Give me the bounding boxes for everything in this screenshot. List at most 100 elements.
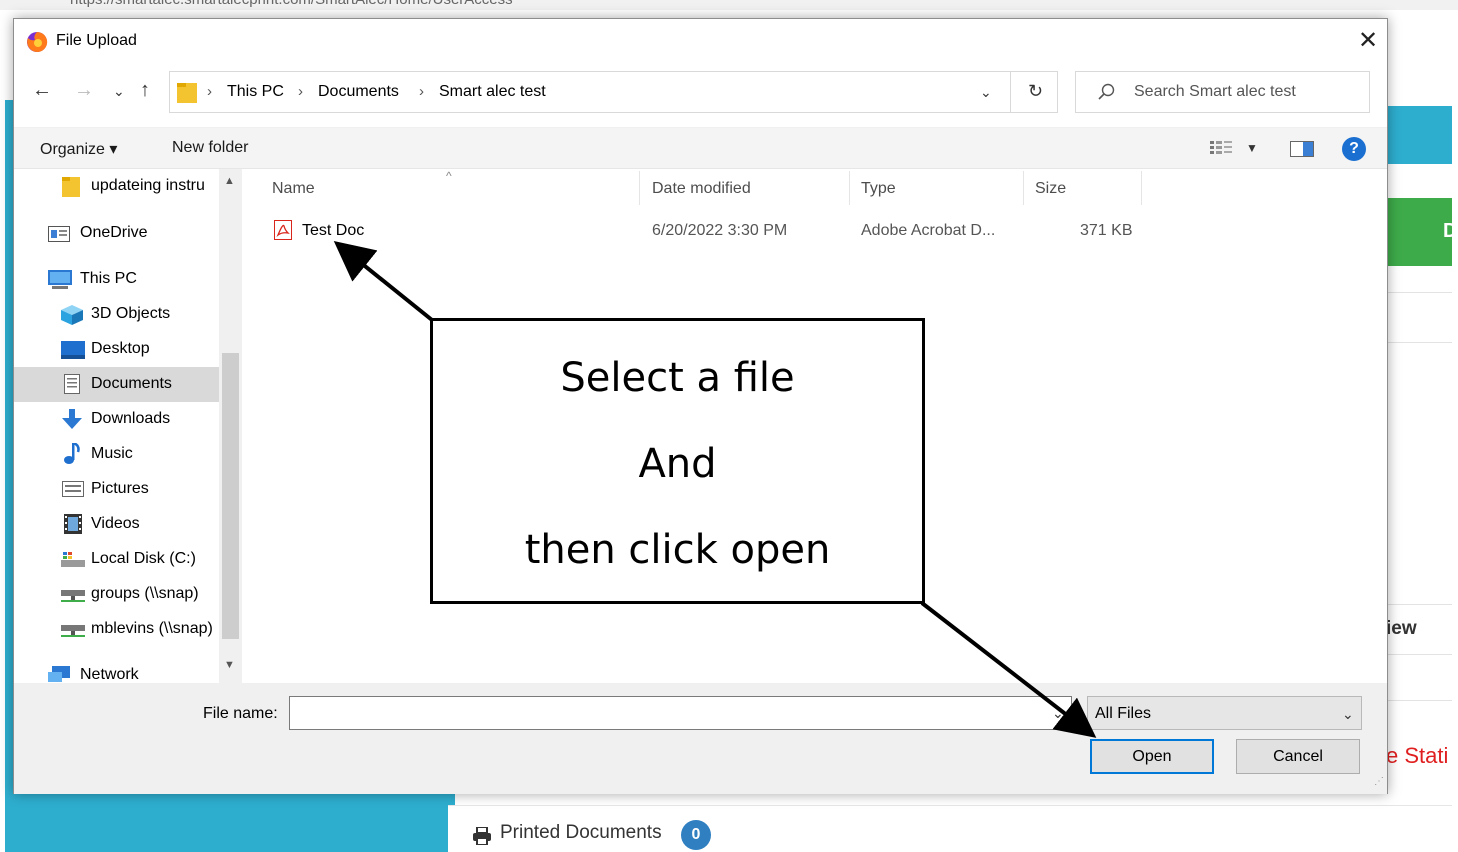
file-date-cell: 6/20/2022 3:30 PM: [652, 222, 788, 239]
navigation-row: ← → ⌄ ↑ › This PC › Documents › Smart al…: [14, 69, 1387, 115]
nav-item-label: Network: [80, 666, 139, 683]
forward-arrow-icon[interactable]: →: [74, 79, 94, 102]
nav-item-this-pc[interactable]: This PC: [14, 262, 219, 297]
nav-item-label: Music: [91, 445, 133, 462]
nav-item-label: Videos: [91, 515, 140, 532]
new-folder-button[interactable]: New folder: [172, 139, 248, 157]
dialog-title: File Upload: [56, 32, 137, 49]
divider: [1386, 342, 1452, 343]
printed-documents-tab[interactable]: Printed Documents 0: [448, 805, 1452, 852]
computer-icon: [48, 270, 72, 289]
open-button[interactable]: Open: [1090, 739, 1214, 774]
divider: [1386, 700, 1452, 701]
file-name-field[interactable]: [289, 696, 1072, 730]
printed-documents-label: Printed Documents: [500, 822, 662, 843]
nav-item-label: Documents: [91, 375, 172, 392]
nav-item-label: Desktop: [91, 340, 150, 357]
nav-item-updateing-instru[interactable]: updateing instru: [14, 169, 219, 204]
nav-item-local-disk[interactable]: Local Disk (C:): [14, 542, 219, 577]
recent-locations-chevron-icon[interactable]: ⌄: [113, 83, 125, 100]
dialog-titlebar[interactable]: File Upload ✕: [14, 19, 1387, 63]
cancel-button[interactable]: Cancel: [1236, 739, 1360, 774]
desktop-icon: [61, 341, 85, 359]
nav-item-downloads[interactable]: Downloads: [14, 402, 219, 437]
back-arrow-icon[interactable]: ←: [32, 79, 52, 102]
column-divider[interactable]: [639, 171, 640, 205]
printed-documents-count-badge: 0: [681, 820, 711, 850]
preview-link-text[interactable]: iew: [1386, 618, 1417, 640]
resize-grip-icon[interactable]: ⋰: [1374, 776, 1384, 787]
file-name-cell[interactable]: Test Doc: [302, 222, 364, 240]
music-icon: [64, 443, 80, 464]
change-view-icon[interactable]: [1210, 140, 1234, 156]
download-icon: [62, 409, 82, 429]
up-arrow-icon[interactable]: ↑: [140, 79, 150, 102]
nav-item-label: This PC: [80, 270, 137, 287]
folder-icon: [177, 83, 197, 103]
nav-item-label: OneDrive: [80, 224, 148, 241]
nav-item-desktop[interactable]: Desktop: [14, 332, 219, 367]
disk-icon: [61, 552, 85, 567]
address-bar[interactable]: › This PC › Documents › Smart alec test …: [169, 71, 1058, 113]
command-toolbar: Organize ▾ New folder ▼ ?: [14, 127, 1387, 169]
column-divider[interactable]: [849, 171, 850, 205]
nav-item-pictures[interactable]: Pictures: [14, 472, 219, 507]
network-drive-icon: [61, 625, 85, 637]
network-icon: [48, 666, 70, 682]
help-icon[interactable]: ?: [1342, 137, 1366, 161]
search-box[interactable]: [1075, 71, 1370, 113]
folder-icon: [62, 177, 80, 197]
file-size-cell: 371 KB: [1080, 222, 1133, 239]
scroll-down-icon[interactable]: ▼: [224, 659, 235, 671]
nav-item-music[interactable]: Music: [14, 437, 219, 472]
divider: [1010, 72, 1011, 112]
breadcrumb-separator: ›: [207, 83, 212, 100]
column-header-type[interactable]: Type: [861, 180, 896, 198]
file-name-input[interactable]: [296, 703, 1036, 723]
nav-item-documents[interactable]: Documents: [14, 367, 219, 402]
breadcrumb-this-pc[interactable]: This PC: [227, 83, 284, 101]
navigation-pane: updateing instru OneDrive This PC 3D Obj…: [14, 169, 242, 683]
column-header-size[interactable]: Size: [1035, 180, 1066, 198]
search-input[interactable]: [1134, 81, 1359, 103]
address-dropdown-chevron-icon[interactable]: ⌄: [980, 84, 992, 101]
cube-icon: [61, 305, 83, 325]
view-options-dropdown-icon[interactable]: ▼: [1246, 141, 1258, 155]
nav-item-3d-objects[interactable]: 3D Objects: [14, 297, 219, 332]
callout-line-1: Select a file: [560, 355, 795, 401]
column-header-name[interactable]: Name: [272, 180, 315, 198]
divider: [1386, 292, 1452, 293]
refresh-icon[interactable]: ↻: [1028, 81, 1043, 102]
column-divider[interactable]: [1141, 171, 1142, 205]
file-type-value: All Files: [1095, 705, 1152, 722]
breadcrumb-documents[interactable]: Documents: [318, 83, 399, 101]
navigation-pane-scrollbar[interactable]: ▲ ▼: [219, 169, 242, 683]
dialog-footer: File name: ⌄ All Files ⌄ Open Cancel ⋰: [14, 683, 1387, 794]
nav-item-mblevins-snap[interactable]: mblevins (\\snap): [14, 612, 219, 647]
nav-item-network[interactable]: Network: [14, 658, 219, 683]
nav-item-videos[interactable]: Videos: [14, 507, 219, 542]
breadcrumb-separator: ›: [419, 83, 424, 100]
close-icon[interactable]: ✕: [1354, 27, 1382, 55]
scrollbar-thumb[interactable]: [222, 353, 239, 639]
breadcrumb-smart-alec-test[interactable]: Smart alec test: [439, 83, 546, 101]
right-green-button[interactable]: D: [1386, 198, 1457, 266]
printer-icon: [473, 827, 491, 845]
column-header-date-modified[interactable]: Date modified: [652, 180, 751, 198]
nav-item-onedrive[interactable]: OneDrive: [14, 216, 219, 251]
pictures-icon: [62, 481, 84, 497]
nav-item-groups-snap[interactable]: groups (\\snap): [14, 577, 219, 612]
static-heading-text: e Stati: [1386, 743, 1449, 768]
browser-url-bar[interactable]: https://smartalec.smartalecprint.com/Sma…: [0, 0, 1458, 10]
organize-menu-button[interactable]: Organize ▾: [40, 139, 117, 159]
scroll-up-icon[interactable]: ▲: [224, 175, 235, 187]
file-type-select[interactable]: All Files ⌄: [1087, 696, 1362, 730]
file-name-dropdown-chevron-icon[interactable]: ⌄: [1052, 705, 1064, 722]
pdf-file-icon: [274, 220, 292, 240]
nav-item-label: Pictures: [91, 480, 149, 497]
file-type-cell: Adobe Acrobat D...: [861, 222, 996, 239]
nav-item-label: Downloads: [91, 410, 171, 427]
nav-item-label: mblevins (\\snap): [91, 620, 213, 637]
column-divider[interactable]: [1023, 171, 1024, 205]
preview-pane-icon[interactable]: [1290, 141, 1314, 157]
